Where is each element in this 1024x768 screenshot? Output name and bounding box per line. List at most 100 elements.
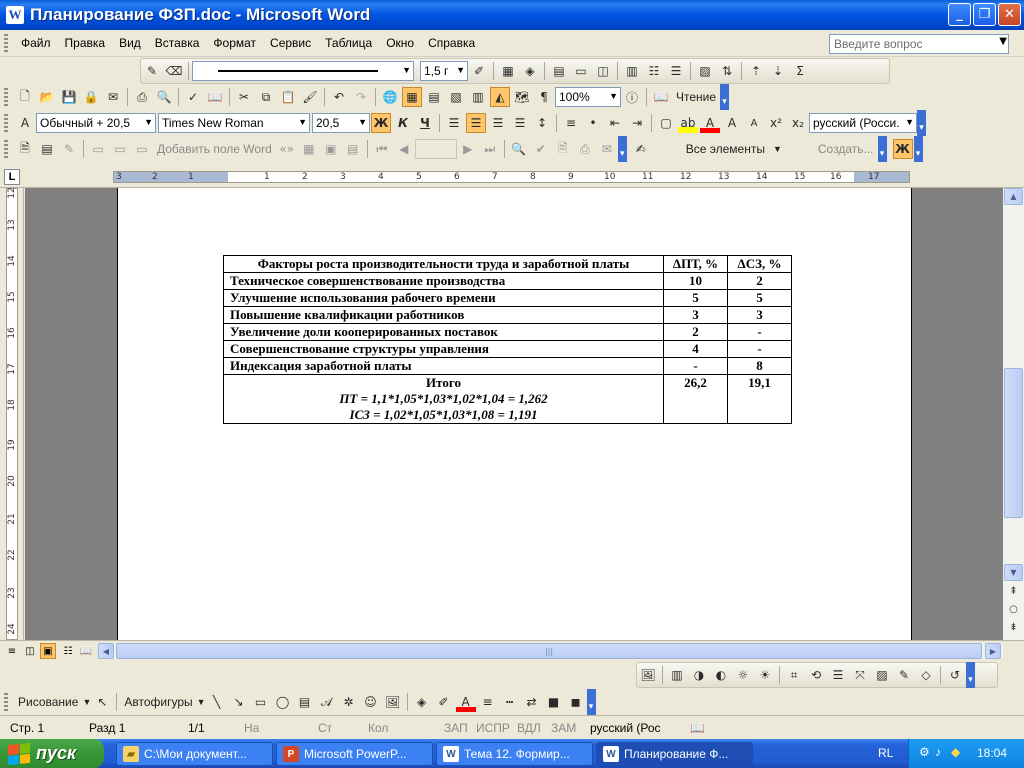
dpt-cell[interactable]: 5 xyxy=(663,289,728,307)
maximize-button[interactable]: ❐ xyxy=(973,3,996,26)
menu-edit[interactable]: Правка xyxy=(58,34,113,52)
print-icon[interactable]: ⎙ xyxy=(132,87,152,107)
insert-excel-icon[interactable]: ▧ xyxy=(446,87,466,107)
next-record-icon[interactable]: ▶ xyxy=(458,139,478,159)
status-record[interactable]: ЗАП xyxy=(444,721,468,735)
total-dpt-cell[interactable]: 26,2 xyxy=(663,374,728,424)
toolbar-options-icon[interactable]: ▾ xyxy=(966,662,975,688)
status-extend[interactable]: ВДЛ xyxy=(517,721,541,735)
tab-selector[interactable]: L xyxy=(4,169,20,185)
check-errors-icon[interactable]: ✔ xyxy=(531,139,551,159)
merge-email-icon[interactable]: ✉ xyxy=(597,139,617,159)
insert-table-icon[interactable]: ▤ xyxy=(424,87,444,107)
diagram-icon[interactable]: ✲ xyxy=(339,692,359,712)
dsz-cell[interactable]: 5 xyxy=(727,289,792,307)
toolbar-options-icon[interactable]: ▾ xyxy=(877,136,887,162)
dsz-cell[interactable]: 8 xyxy=(727,357,792,375)
previous-record-icon[interactable]: ◀ xyxy=(394,139,414,159)
oval-icon[interactable]: ◯ xyxy=(273,692,293,712)
menu-tools[interactable]: Сервис xyxy=(263,34,318,52)
highlight-icon[interactable]: ab xyxy=(678,113,698,133)
new-document-icon[interactable]: 🗋 xyxy=(15,87,35,107)
bold-toggle-button[interactable]: Ж xyxy=(892,139,913,159)
outline-view-icon[interactable]: ☷ xyxy=(60,643,76,659)
merge-new-document-icon[interactable]: 🗎 xyxy=(553,139,573,159)
line-icon[interactable]: ╲ xyxy=(207,692,227,712)
document-map-icon[interactable]: 🗺 xyxy=(512,87,532,107)
numbering-icon[interactable]: ≡ xyxy=(561,113,581,133)
ruler-strip[interactable]: 3 2 1 1 2 3 4 5 6 7 8 9 10 11 12 13 14 1… xyxy=(113,171,910,183)
border-color-icon[interactable]: ✐ xyxy=(469,61,489,81)
text-box-icon[interactable]: ▤ xyxy=(295,692,315,712)
next-page-icon[interactable]: ⇟ xyxy=(1006,622,1021,637)
input-language-indicator[interactable]: RL xyxy=(878,746,893,760)
distribute-rows-icon[interactable]: ☷ xyxy=(644,61,664,81)
total-cell[interactable]: Итого ПТ = 1,1*1,05*1,03*1,02*1,04 = 1,2… xyxy=(223,374,664,424)
superscript-icon[interactable]: x² xyxy=(766,113,786,133)
dsz-cell[interactable]: 2 xyxy=(727,272,792,290)
chevron-down-icon[interactable]: ▼ xyxy=(769,144,786,154)
menu-insert[interactable]: Вставка xyxy=(148,34,207,52)
dsz-cell[interactable]: - xyxy=(727,340,792,358)
toolbar-options-icon[interactable]: ▾ xyxy=(917,110,926,136)
line-style-combo[interactable]: ▼ xyxy=(192,61,414,81)
propagate-labels-icon[interactable]: ▤ xyxy=(343,139,363,159)
email-icon[interactable]: ✉ xyxy=(103,87,123,107)
factor-cell[interactable]: Повышение квалификации работников xyxy=(223,306,664,324)
menu-view[interactable]: Вид xyxy=(112,34,148,52)
arrow-style-icon[interactable]: ⇄ xyxy=(522,692,542,712)
factor-cell[interactable]: Увеличение доли кооперированных поставок xyxy=(223,323,664,341)
merge-printer-icon[interactable]: ⎙ xyxy=(575,139,595,159)
select-browse-object-icon[interactable]: ○ xyxy=(1006,604,1021,619)
select-objects-icon[interactable]: ↖ xyxy=(92,692,112,712)
create-button[interactable]: Создать... xyxy=(814,142,878,156)
line-style-icon[interactable]: ☰ xyxy=(828,665,848,685)
toolbar-options-icon[interactable]: ▾ xyxy=(586,689,596,715)
insert-table-icon[interactable]: ▤ xyxy=(549,61,569,81)
less-contrast-icon[interactable]: ◐ xyxy=(711,665,731,685)
chevron-down-icon[interactable]: ▼ xyxy=(82,697,91,707)
factor-cell[interactable]: Улучшение использования рабочего времени xyxy=(223,289,664,307)
line-style-icon[interactable]: ≡ xyxy=(478,692,498,712)
chevron-down-icon[interactable]: ▼ xyxy=(197,697,206,707)
toolbar-options-icon[interactable]: ▾ xyxy=(720,84,730,110)
dsz-cell[interactable]: - xyxy=(727,323,792,341)
close-button[interactable]: ✕ xyxy=(998,3,1021,26)
italic-button[interactable]: К xyxy=(393,113,413,133)
match-fields-icon[interactable]: ▣ xyxy=(321,139,341,159)
bold-button[interactable]: Ж xyxy=(371,113,391,133)
all-elements-button[interactable]: Все элементы xyxy=(682,142,769,156)
reset-picture-icon[interactable]: ↺ xyxy=(945,665,965,685)
subscript-icon[interactable]: x₂ xyxy=(788,113,808,133)
address-block-icon[interactable]: ▭ xyxy=(88,139,108,159)
font-combo[interactable]: Times New Roman ▼ xyxy=(158,113,310,133)
scroll-down-button[interactable]: ▼ xyxy=(1004,564,1023,581)
text-direction-icon[interactable]: ⇅ xyxy=(717,61,737,81)
horizontal-scroll-thumb[interactable]: ||| xyxy=(116,643,982,659)
format-picture-icon[interactable]: ✎ xyxy=(894,665,914,685)
menu-window[interactable]: Окно xyxy=(379,34,421,52)
zoom-combo[interactable]: 100% ▼ xyxy=(555,87,621,107)
copy-icon[interactable]: ⧉ xyxy=(256,87,276,107)
dsz-cell[interactable]: 3 xyxy=(727,306,792,324)
increase-indent-icon[interactable]: ⇥ xyxy=(627,113,647,133)
task-word-topic12[interactable]: W Тема 12. Формир... xyxy=(436,742,593,766)
dpt-cell[interactable]: 4 xyxy=(663,340,728,358)
reading-view-icon[interactable]: 📖 xyxy=(78,643,94,659)
highlight-fields-icon[interactable]: ▦ xyxy=(299,139,319,159)
insert-merge-field-icon[interactable]: ▭ xyxy=(132,139,152,159)
research-icon[interactable]: 📖 xyxy=(205,87,225,107)
web-view-icon[interactable]: ◫ xyxy=(22,643,38,659)
hyperlink-icon[interactable]: 🌐 xyxy=(380,87,400,107)
previous-page-icon[interactable]: ⇞ xyxy=(1006,586,1021,601)
ask-question-input[interactable]: Введите вопрос xyxy=(829,34,1009,54)
drawing-menu-button[interactable]: Рисование xyxy=(14,695,82,709)
factor-cell[interactable]: Совершенствование структуры управления xyxy=(223,340,664,358)
3d-style-icon[interactable]: ◼ xyxy=(566,692,586,712)
clock[interactable]: 18:04 xyxy=(977,746,1007,760)
less-brightness-icon[interactable]: ☀ xyxy=(755,665,775,685)
compress-icon[interactable]: ⤧ xyxy=(850,665,870,685)
view-merged-data-icon[interactable]: «» xyxy=(277,139,297,159)
print-layout-view-icon[interactable]: ▣ xyxy=(40,643,56,659)
outside-border-icon[interactable]: ▢ xyxy=(656,113,676,133)
